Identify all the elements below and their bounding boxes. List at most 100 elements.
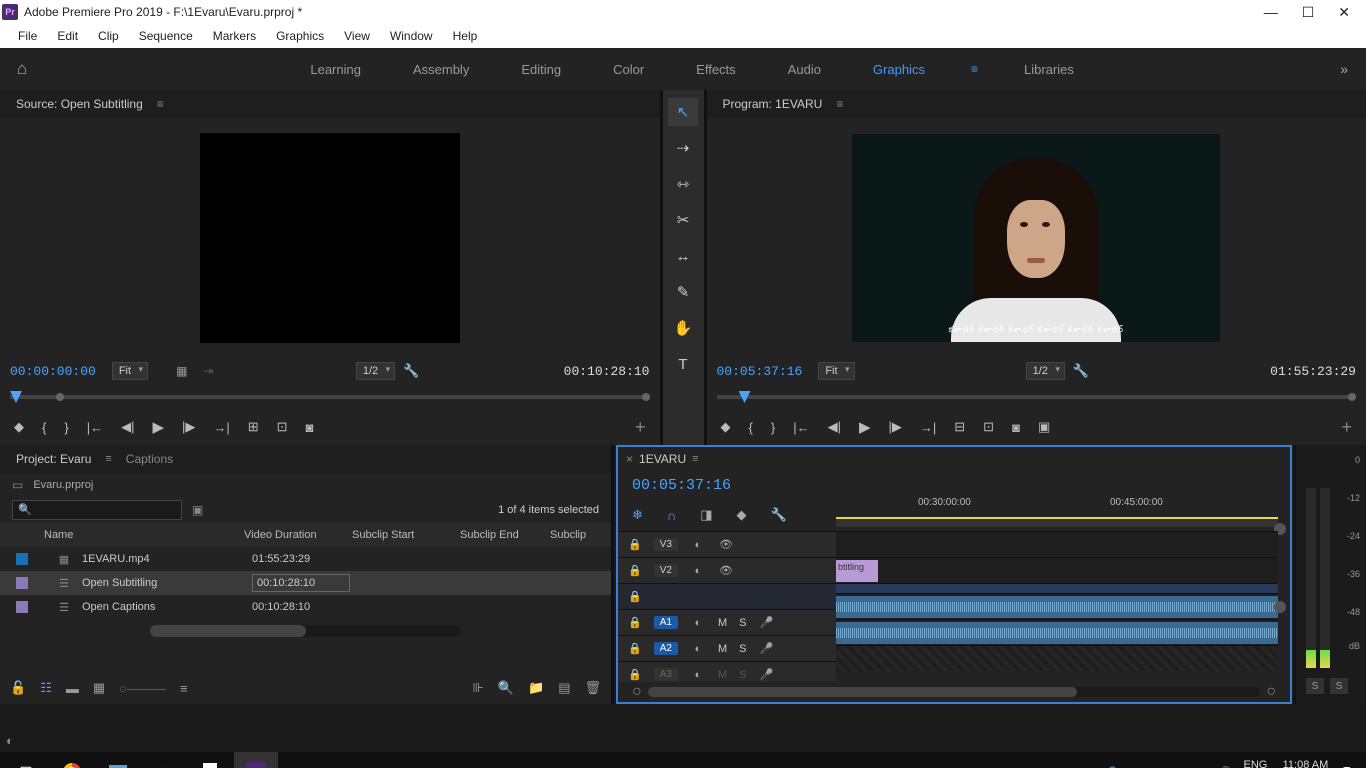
source-insert-icon[interactable]: ⇥: [203, 364, 213, 378]
track-label[interactable]: V2: [654, 564, 678, 577]
overwrite-icon[interactable]: ⊡: [277, 419, 288, 435]
track-a1[interactable]: 🔒A1◐MS🎤: [618, 609, 836, 635]
lock-icon[interactable]: 🔒: [628, 538, 642, 551]
lift-icon[interactable]: ⊟: [954, 419, 965, 435]
close-button[interactable]: ✕: [1338, 4, 1350, 21]
in-point-icon[interactable]: {: [749, 420, 753, 435]
project-search-input[interactable]: [12, 500, 182, 520]
source-playhead-icon[interactable]: [10, 391, 22, 403]
clip-handle[interactable]: [1274, 601, 1286, 613]
marker-icon[interactable]: ◆: [14, 419, 24, 435]
track-label[interactable]: A3: [654, 668, 678, 681]
source-scrub-end[interactable]: [642, 393, 650, 401]
track-v2[interactable]: 🔒V2◐👁: [618, 557, 836, 583]
track-a2[interactable]: 🔒A2◐MS🎤: [618, 635, 836, 661]
col-subclip-start[interactable]: Subclip Start: [352, 529, 460, 541]
home-icon[interactable]: ⌂: [0, 48, 44, 90]
lane-a3[interactable]: [836, 645, 1278, 671]
play-icon[interactable]: ▶: [859, 418, 871, 436]
project-row[interactable]: ☰ Open Captions 00:10:28:10: [0, 595, 611, 619]
program-scrubber[interactable]: [707, 385, 1366, 409]
track-label[interactable]: V3: [654, 538, 678, 551]
go-out-icon[interactable]: →|: [213, 420, 229, 435]
lane-a1[interactable]: [836, 593, 1278, 619]
snap-icon[interactable]: ❄: [632, 507, 643, 523]
hand-tool-icon[interactable]: ✋: [668, 314, 698, 342]
icon-view-icon[interactable]: ▬: [66, 681, 79, 696]
start-icon[interactable]: ⊞: [4, 752, 48, 768]
ripple-tool-icon[interactable]: ⇿: [668, 170, 698, 198]
minimize-button[interactable]: —: [1264, 4, 1278, 21]
lane-a2[interactable]: [836, 619, 1278, 645]
source-fit-dropdown[interactable]: Fit: [112, 362, 148, 380]
compare-icon[interactable]: ▣: [1038, 419, 1050, 435]
write-lock-icon[interactable]: 🔓: [10, 680, 26, 696]
solo-left[interactable]: S: [1306, 678, 1324, 694]
play-icon[interactable]: ▶: [152, 418, 164, 436]
out-point-icon[interactable]: }: [771, 420, 775, 435]
creative-cloud-icon[interactable]: ◐: [6, 733, 14, 748]
program-fit-dropdown[interactable]: Fit: [818, 362, 854, 380]
export-frame-icon[interactable]: ◙: [1012, 420, 1020, 435]
label-swatch[interactable]: [16, 577, 28, 589]
source-timecode[interactable]: 00:00:00:00: [10, 364, 96, 379]
source-scrub-handle[interactable]: [56, 393, 64, 401]
add-button-icon[interactable]: +: [635, 417, 646, 438]
source-scrubber[interactable]: [0, 385, 660, 409]
go-out-icon[interactable]: →|: [920, 420, 936, 435]
explorer-icon[interactable]: [96, 752, 140, 768]
source-settings-icon[interactable]: 🔧: [403, 363, 419, 379]
ws-graphics[interactable]: Graphics: [867, 58, 931, 81]
ws-graphics-menu-icon[interactable]: ≡: [971, 62, 978, 76]
audio-clip[interactable]: [836, 596, 1278, 618]
solo-right[interactable]: S: [1330, 678, 1348, 694]
type-tool-icon[interactable]: T: [668, 350, 698, 378]
track-select-tool-icon[interactable]: ⇢: [668, 134, 698, 162]
program-monitor[interactable]: కళాధర్ కళాధర్ కళాధర్ కళాధర్ కళాధర్ కళాధర…: [707, 118, 1366, 357]
source-panel-title[interactable]: Source: Open Subtitling: [10, 93, 149, 115]
col-duration[interactable]: Video Duration: [244, 529, 352, 541]
zoom-slider[interactable]: ○———: [119, 681, 166, 696]
list-view-icon[interactable]: ☷: [40, 680, 52, 696]
track-label[interactable]: A2: [654, 642, 678, 655]
linked-selection-icon[interactable]: ∩: [667, 508, 676, 523]
language-indicator[interactable]: ENGINTL: [1244, 759, 1268, 768]
step-fwd-icon[interactable]: |▶: [889, 419, 902, 435]
eye-icon[interactable]: 👁: [718, 564, 734, 577]
step-back-icon[interactable]: ◀|: [828, 419, 841, 435]
go-in-icon[interactable]: |←: [793, 420, 809, 435]
close-sequence-icon[interactable]: ×: [626, 452, 633, 466]
lock-icon[interactable]: 🔒: [628, 668, 642, 681]
out-point-icon[interactable]: }: [64, 420, 68, 435]
delete-icon[interactable]: 🗑: [584, 680, 601, 696]
menu-markers[interactable]: Markers: [203, 29, 266, 43]
sequence-tab[interactable]: 1EVARU: [639, 452, 686, 466]
mic-icon[interactable]: 🎤: [758, 616, 774, 629]
step-back-icon[interactable]: ◀|: [121, 419, 134, 435]
track-v3[interactable]: 🔒V3◐👁: [618, 531, 836, 557]
program-playhead-icon[interactable]: [739, 391, 751, 403]
lane-v2[interactable]: btitling: [836, 557, 1278, 583]
menu-edit[interactable]: Edit: [47, 29, 88, 43]
selection-tool-icon[interactable]: ↖: [668, 98, 698, 126]
program-panel-title[interactable]: Program: 1EVARU: [717, 93, 829, 115]
sort-icon[interactable]: ≡: [180, 681, 188, 696]
mic-icon[interactable]: 🎤: [758, 642, 774, 655]
timeline-ruler[interactable]: 00:30:00:00 00:45:00:00: [836, 497, 1278, 529]
track-a3[interactable]: 🔒A3◐MS🎤: [618, 661, 836, 682]
step-fwd-icon[interactable]: |▶: [182, 419, 195, 435]
label-swatch[interactable]: [16, 601, 28, 613]
ws-learning[interactable]: Learning: [304, 58, 367, 81]
program-scrub-end[interactable]: [1348, 393, 1356, 401]
go-in-icon[interactable]: |←: [87, 420, 103, 435]
timeline-timecode[interactable]: 00:05:37:16: [632, 477, 731, 494]
slip-tool-icon[interactable]: ↔: [668, 242, 698, 270]
ws-assembly[interactable]: Assembly: [407, 58, 475, 81]
program-timecode[interactable]: 00:05:37:16: [717, 364, 803, 379]
eye-icon[interactable]: 👁: [718, 538, 734, 551]
source-frame-icon[interactable]: ▦: [176, 364, 187, 378]
lock-icon[interactable]: 🔒: [628, 590, 642, 603]
menu-file[interactable]: File: [8, 29, 47, 43]
source-resolution-dropdown[interactable]: 1/2: [356, 362, 395, 380]
add-button-icon[interactable]: +: [1341, 417, 1352, 438]
